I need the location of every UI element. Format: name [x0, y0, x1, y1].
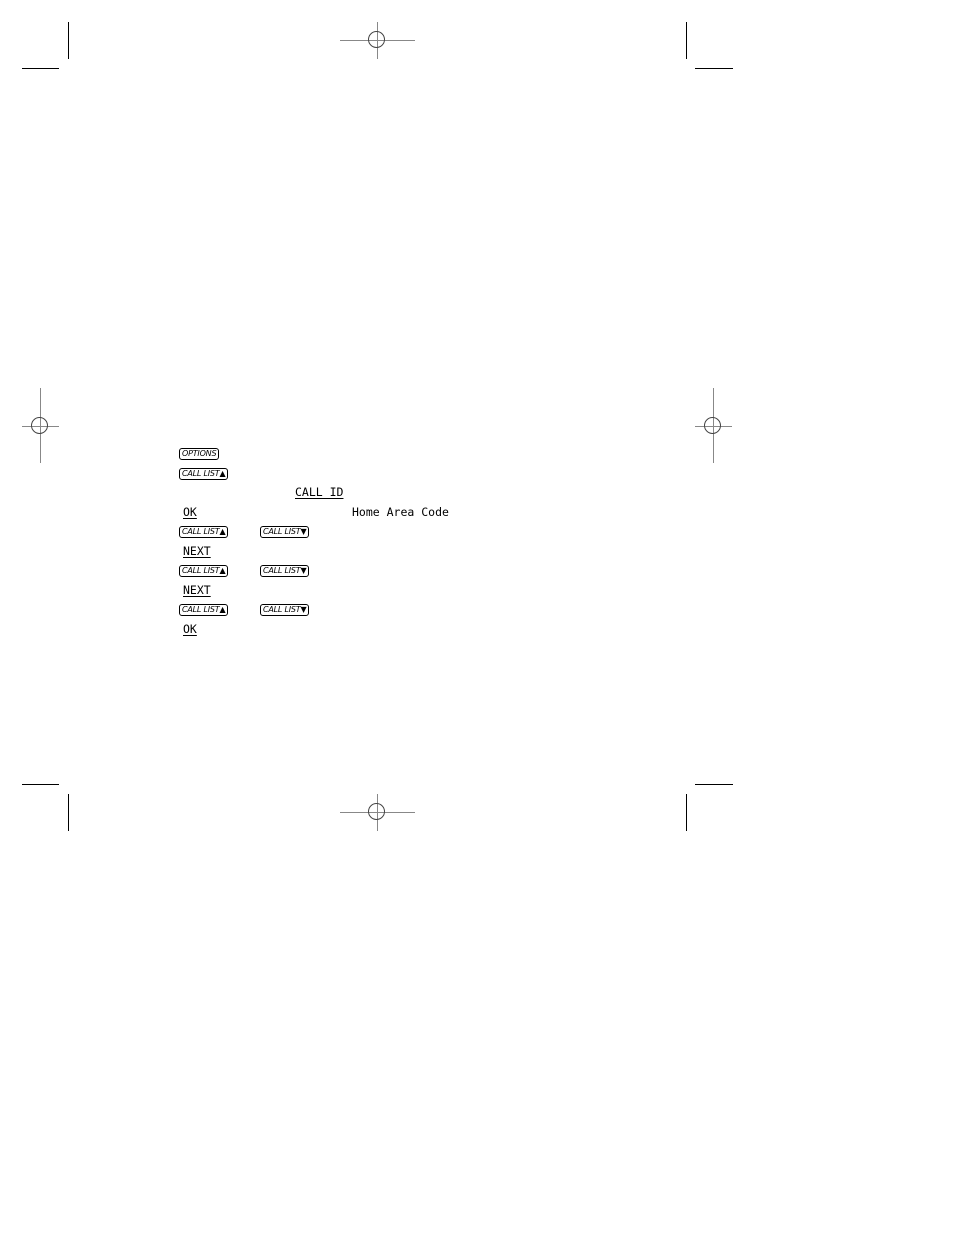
softkey-next: NEXT	[183, 544, 211, 558]
call-list-up-key-icon: CALL LIST▲	[179, 526, 229, 538]
crop-mark	[686, 22, 687, 59]
softkey-ok: OK	[183, 505, 197, 519]
call-list-up-key-icon: CALL LIST▲	[179, 565, 229, 577]
crop-mark	[686, 794, 687, 831]
crop-mark	[695, 68, 733, 69]
call-list-up-key-icon: CALL LIST▲	[179, 468, 229, 480]
softkey-next: NEXT	[183, 583, 211, 597]
display-call-id: CALL ID	[295, 485, 344, 499]
options-key-icon: OPTIONS	[179, 448, 220, 460]
call-list-up-key-icon: CALL LIST▲	[179, 604, 229, 616]
crop-mark	[22, 784, 59, 785]
crop-mark	[68, 794, 69, 831]
call-list-down-key-icon: CALL LIST▼	[260, 604, 310, 616]
call-list-down-key-icon: CALL LIST▼	[260, 565, 310, 577]
call-list-down-key-icon: CALL LIST▼	[260, 526, 310, 538]
crop-mark	[68, 22, 69, 59]
softkey-ok: OK	[183, 622, 197, 636]
display-home-area-code: Home Area Code	[352, 505, 449, 519]
crop-mark	[22, 68, 59, 69]
crop-mark	[695, 784, 733, 785]
